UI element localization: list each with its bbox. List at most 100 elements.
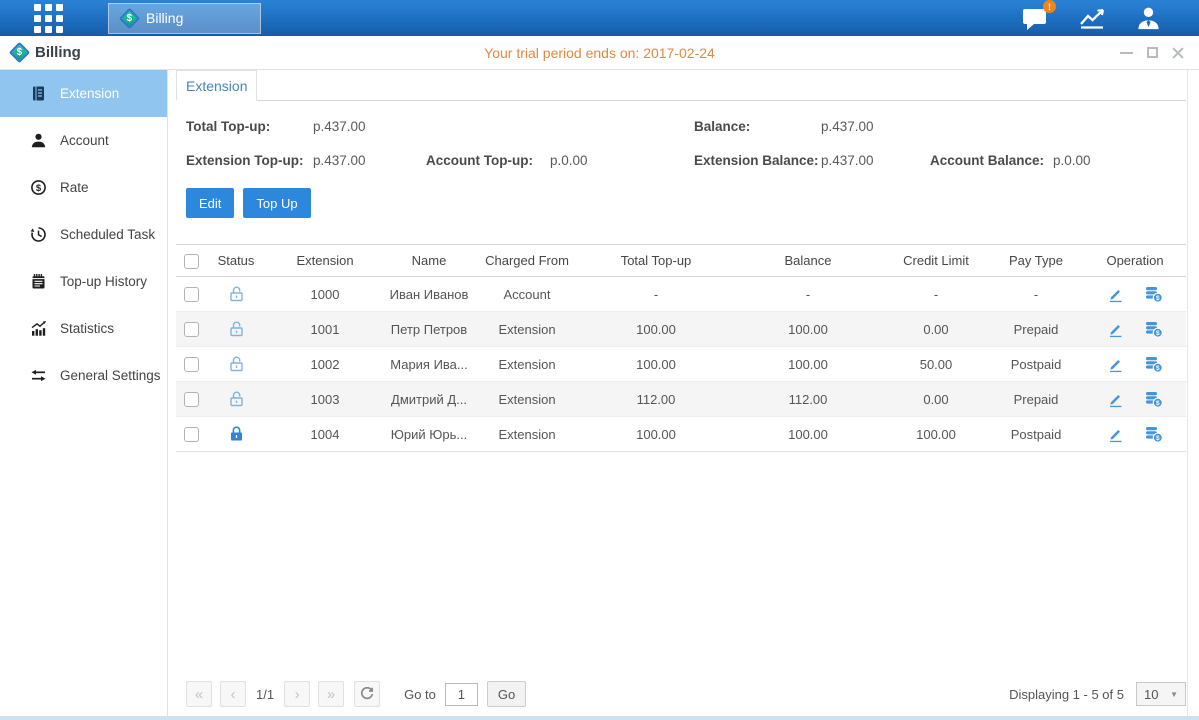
page-size-value: 10: [1144, 687, 1158, 702]
col-operation: Operation: [1084, 245, 1186, 277]
status-lock-icon[interactable]: [228, 355, 245, 373]
top-up-row-icon[interactable]: $: [1144, 285, 1163, 303]
general-settings-icon: [30, 367, 47, 384]
goto-page-input[interactable]: [445, 683, 478, 706]
refresh-button[interactable]: [354, 681, 380, 707]
messages-icon[interactable]: !: [1022, 6, 1049, 30]
sidebar-item-statistics[interactable]: Statistics: [0, 305, 167, 352]
apps-grid-icon[interactable]: [34, 4, 63, 33]
svg-text:$: $: [1156, 365, 1160, 372]
row-checkbox[interactable]: [184, 357, 199, 372]
sidebar-item-extension[interactable]: Extension: [0, 70, 167, 117]
summary-account-balance: Account Balance:p.0.00: [930, 151, 1186, 171]
edit-row-icon[interactable]: [1107, 391, 1124, 408]
close-button[interactable]: [1171, 46, 1185, 60]
edit-row-icon[interactable]: [1107, 321, 1124, 338]
svg-text:$: $: [1156, 330, 1160, 337]
extension-table: Status Extension Name Charged From Total…: [176, 244, 1186, 452]
status-lock-icon[interactable]: [228, 390, 245, 408]
maximize-button[interactable]: [1145, 46, 1159, 60]
status-lock-icon[interactable]: [228, 425, 245, 443]
edit-button[interactable]: Edit: [186, 188, 234, 218]
sidebar-item-account[interactable]: Account: [0, 117, 167, 164]
window-controls: [1119, 46, 1185, 60]
col-balance: Balance: [732, 245, 884, 277]
main-content: Extension Total Top-up:p.437.00 Balance:…: [168, 70, 1199, 716]
row-checkbox[interactable]: [184, 392, 199, 407]
svg-text:$: $: [1156, 400, 1160, 407]
pagination-bar: « ‹ 1/1 › » Go to Go Displaying 1 - 5 of…: [176, 681, 1186, 707]
page-title: Billing: [35, 44, 81, 61]
edit-row-icon[interactable]: [1107, 286, 1124, 303]
first-page-button[interactable]: «: [186, 681, 212, 707]
edit-row-icon[interactable]: [1107, 426, 1124, 443]
sidebar: Extension Account $ Rate: [0, 70, 168, 716]
summary-extension-topup: Extension Top-up:p.437.00: [186, 151, 426, 171]
status-lock-icon[interactable]: [228, 285, 245, 303]
svg-text:$: $: [36, 183, 42, 194]
tabstrip: Extension: [176, 70, 1186, 101]
sidebar-item-topup-history[interactable]: Top-up History: [0, 258, 167, 305]
select-all-checkbox[interactable]: [184, 254, 199, 269]
go-button[interactable]: Go: [487, 681, 526, 707]
sidebar-item-rate[interactable]: $ Rate: [0, 164, 167, 211]
goto-label: Go to: [404, 687, 436, 702]
row-checkbox[interactable]: [184, 427, 199, 442]
summary-balance: Balance:p.437.00: [694, 117, 930, 137]
prev-page-button[interactable]: ‹: [220, 681, 246, 707]
summary-account-topup: Account Top-up:p.0.00: [426, 151, 694, 171]
action-buttons: Edit Top Up: [176, 188, 1186, 218]
col-extension: Extension: [266, 245, 384, 277]
col-pay-type: Pay Type: [988, 245, 1084, 277]
next-page-button[interactable]: ›: [284, 681, 310, 707]
table-row: 1004 Юрий Юрь... Extension 100.00 100.00…: [176, 417, 1186, 452]
summary-total-topup: Total Top-up:p.437.00: [186, 117, 426, 137]
notification-badge: !: [1043, 0, 1056, 13]
user-profile-icon[interactable]: [1136, 6, 1161, 31]
sidebar-item-general-settings[interactable]: General Settings: [0, 352, 167, 399]
chevron-down-icon: ▼: [1170, 690, 1178, 699]
top-up-row-icon[interactable]: $: [1144, 355, 1163, 373]
statistics-chart-icon[interactable]: [1079, 6, 1106, 30]
minimize-button[interactable]: [1119, 46, 1133, 60]
status-lock-icon[interactable]: [228, 320, 245, 338]
top-up-button[interactable]: Top Up: [243, 188, 310, 218]
billing-diamond-icon: $: [119, 7, 140, 28]
statistics-icon: [30, 320, 47, 337]
billing-app-window: $ Billing !: [0, 0, 1199, 720]
col-charged-from: Charged From: [474, 245, 580, 277]
row-checkbox[interactable]: [184, 322, 199, 337]
billing-app-tab[interactable]: $ Billing: [108, 3, 261, 34]
window-bottom-strip: [0, 716, 1199, 720]
app-title: $ Billing: [0, 44, 81, 61]
topbar: $ Billing !: [0, 0, 1199, 36]
svg-text:$: $: [1156, 435, 1160, 442]
page-size-select[interactable]: 10 ▼: [1136, 682, 1186, 706]
svg-text:$: $: [1156, 295, 1160, 302]
row-checkbox[interactable]: [184, 287, 199, 302]
billing-app-tab-label: Billing: [146, 10, 183, 26]
top-up-row-icon[interactable]: $: [1144, 425, 1163, 443]
rate-icon: $: [30, 179, 47, 196]
summary-extension-balance: Extension Balance:p.437.00: [694, 151, 930, 171]
scheduled-task-icon: [30, 226, 47, 243]
top-up-row-icon[interactable]: $: [1144, 390, 1163, 408]
col-credit-limit: Credit Limit: [884, 245, 988, 277]
top-up-row-icon[interactable]: $: [1144, 320, 1163, 338]
col-status: Status: [206, 245, 266, 277]
last-page-button[interactable]: »: [318, 681, 344, 707]
summary-panel: Total Top-up:p.437.00 Balance:p.437.00 E…: [176, 117, 1186, 171]
displaying-text: Displaying 1 - 5 of 5: [1009, 687, 1124, 702]
tab-extension[interactable]: Extension: [176, 70, 257, 101]
table-row: 1002 Мария Ива... Extension 100.00 100.0…: [176, 347, 1186, 382]
sidebar-item-scheduled-task[interactable]: Scheduled Task: [0, 211, 167, 258]
table-row: 1003 Дмитрий Д... Extension 112.00 112.0…: [176, 382, 1186, 417]
extension-icon: [30, 85, 47, 102]
col-total-topup: Total Top-up: [580, 245, 732, 277]
table-header-row: Status Extension Name Charged From Total…: [176, 245, 1186, 277]
topup-history-icon: [30, 273, 47, 290]
trial-notice: Your trial period ends on: 2017-02-24: [0, 45, 1199, 61]
account-icon: [30, 132, 47, 149]
titlebar: $ Billing Your trial period ends on: 201…: [0, 36, 1199, 70]
edit-row-icon[interactable]: [1107, 356, 1124, 373]
